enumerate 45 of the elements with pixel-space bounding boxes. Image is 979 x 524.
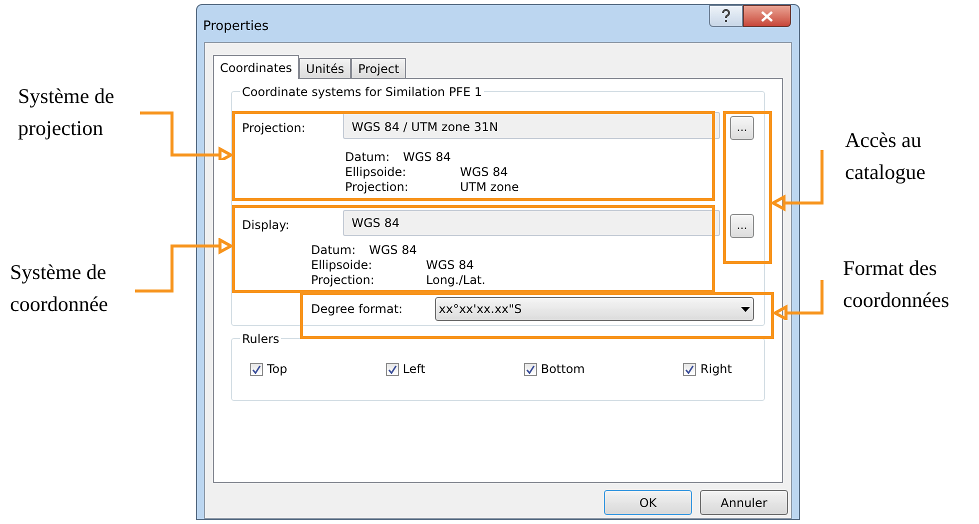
checkbox[interactable] [386,362,399,376]
detail-value: Long./Lat. [426,273,486,288]
window-title: Properties [203,18,269,36]
checkbox-label: Bottom [540,361,585,378]
detail-label: Datum: [311,243,357,258]
checkbox[interactable] [250,362,263,376]
detail-value: WGS 84 [460,165,508,180]
detail-label: Ellipsoide: [345,165,408,180]
callout-arrow [774,280,824,320]
checkbox-label: Top [267,361,288,378]
dialog-button[interactable]: OK [604,490,692,515]
callout-label: Format des coordonnées [843,255,950,314]
field-label: Degree format: [311,301,404,318]
detail-value: WGS 84 [426,258,474,273]
detail-label: Projection: [345,180,410,195]
help-button[interactable] [709,5,743,27]
callout-label: Accès au catalogue [845,127,926,186]
detail-value: WGS 84 [403,150,451,165]
callout-arrow [772,150,824,210]
detail-value: WGS 84 [369,243,417,258]
detail-label: Projection: [311,273,376,288]
text-field[interactable]: WGS 84 / UTM zone 31N [342,112,720,139]
callout-label: Système de projection [18,83,114,142]
dialog-button[interactable]: Annuler [700,490,788,515]
tab[interactable]: Unités [299,58,352,78]
checkbox-label: Right [700,361,732,378]
detail-label: Ellipsoide: [311,258,374,273]
browse-button[interactable]: ... [730,214,754,238]
checkbox[interactable] [683,362,696,376]
close-button[interactable] [743,5,791,27]
detail-value: UTM zone [460,180,519,195]
tab[interactable]: Project [351,58,406,78]
callout-label: Système de coordonnée [10,259,108,318]
close-icon [761,10,773,22]
caret-icon [741,306,750,312]
dropdown[interactable]: xx°xx'xx.xx"S [434,297,754,321]
browse-button[interactable]: ... [730,116,754,140]
field-label: Projection: [242,120,306,137]
detail-label: Datum: [345,150,391,165]
checkbox[interactable] [524,362,537,376]
help-icon [721,9,731,23]
text-field[interactable]: WGS 84 [342,210,720,236]
checkbox-label: Left [402,361,426,378]
tab[interactable]: Coordinates [213,55,300,79]
field-label: Display: [242,217,290,234]
